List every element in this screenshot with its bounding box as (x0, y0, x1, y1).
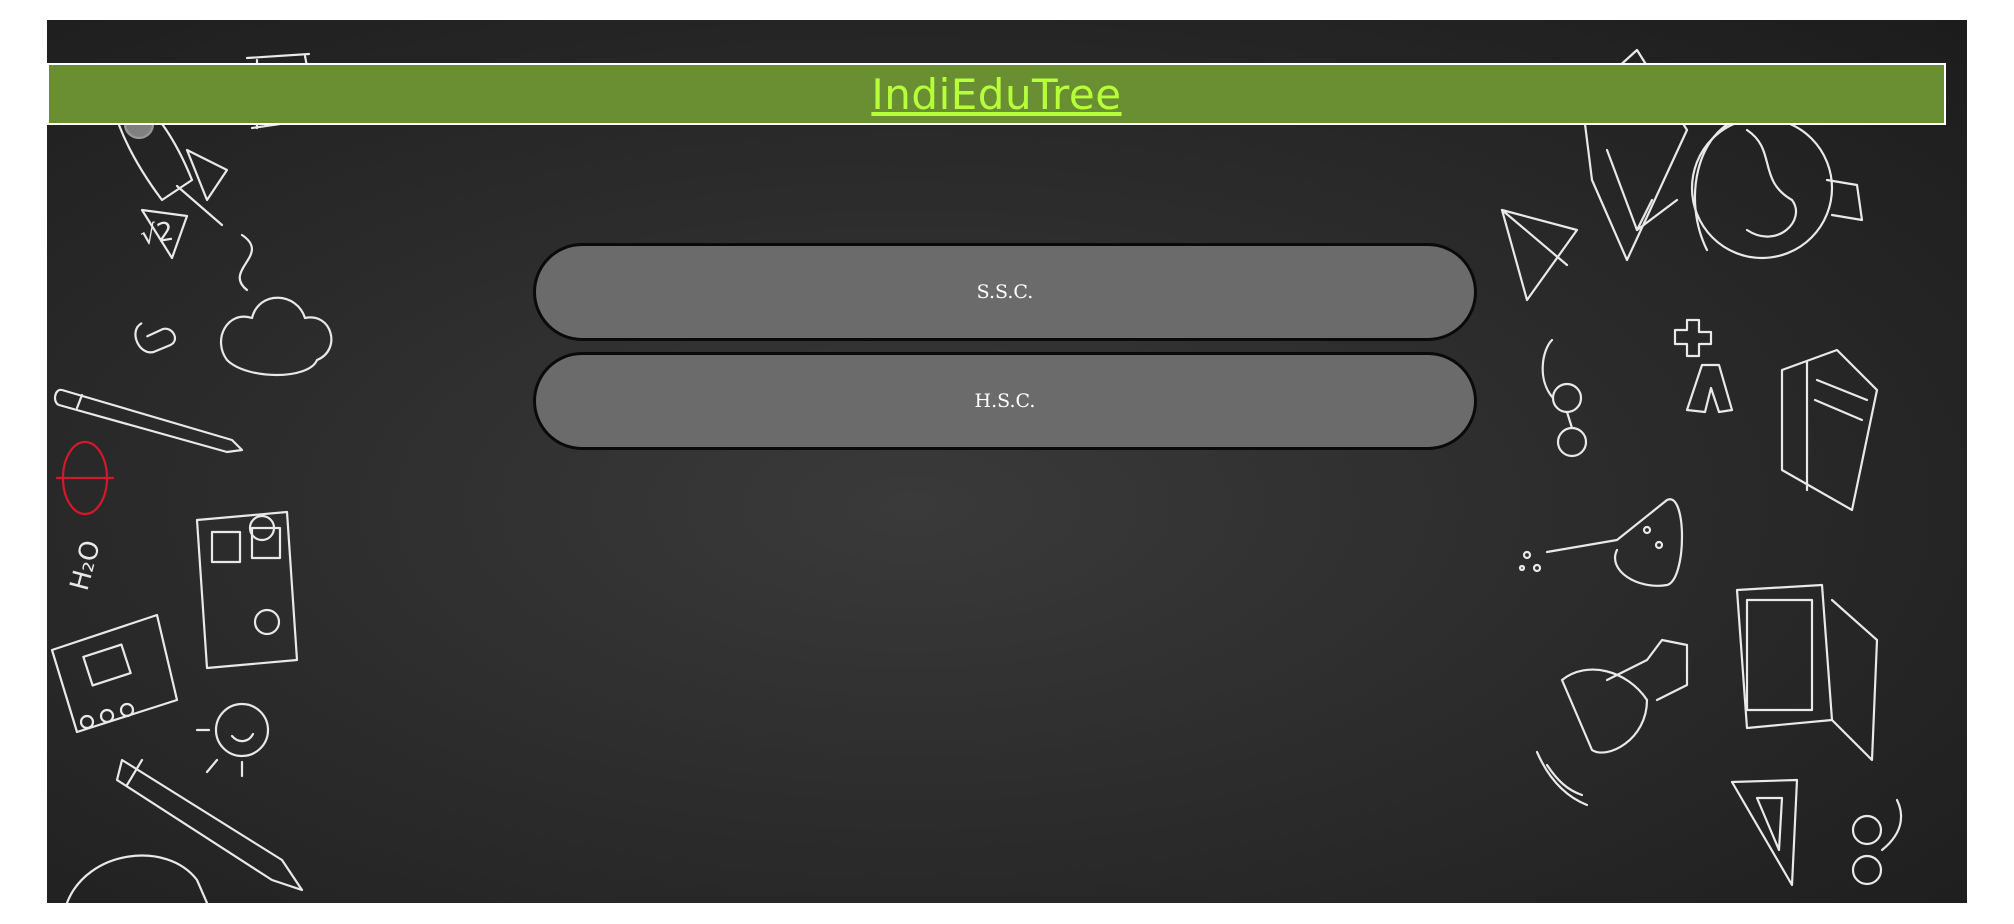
ssc-button[interactable]: S.S.C. (533, 243, 1477, 341)
sun-icon (195, 702, 270, 778)
flask-icon (1518, 498, 1684, 587)
site-header: IndiEduTree (47, 63, 1946, 125)
paperclip-icon (134, 322, 176, 354)
paper-plane-icon (1500, 208, 1579, 302)
globe-icon (1690, 116, 1864, 260)
cloud-icon (219, 296, 333, 376)
chalkboard-doodles: √2 H₂O (50, 48, 1903, 903)
glasses-icon (1541, 338, 1588, 458)
laptop-icon (1735, 583, 1879, 762)
notebook-icon (50, 613, 179, 734)
sqrt2-icon: √2 (138, 217, 176, 252)
h2o-icon: H₂O (65, 537, 107, 593)
satellite-icon (1535, 638, 1689, 807)
hsc-button[interactable]: H.S.C. (533, 352, 1477, 450)
hsc-button-label: H.S.C. (974, 390, 1036, 412)
red-bulb-icon (55, 440, 115, 516)
site-title-link[interactable]: IndiEduTree (871, 70, 1121, 119)
chalkboard-page: √2 H₂O IndiEduTree S.S.C. H.S.C. (47, 20, 1967, 903)
plus-icon (1673, 318, 1713, 358)
open-book-icon (1780, 348, 1879, 512)
set-square-icon (1730, 778, 1799, 887)
ssc-button-label: S.S.C. (976, 281, 1034, 303)
letter-a-icon (1685, 363, 1734, 414)
pencil-icon (53, 388, 244, 454)
bus-icon (195, 510, 299, 670)
pen-icon (115, 758, 304, 892)
glasses-bottom-icon (1851, 798, 1903, 886)
watch-icon (65, 854, 209, 903)
